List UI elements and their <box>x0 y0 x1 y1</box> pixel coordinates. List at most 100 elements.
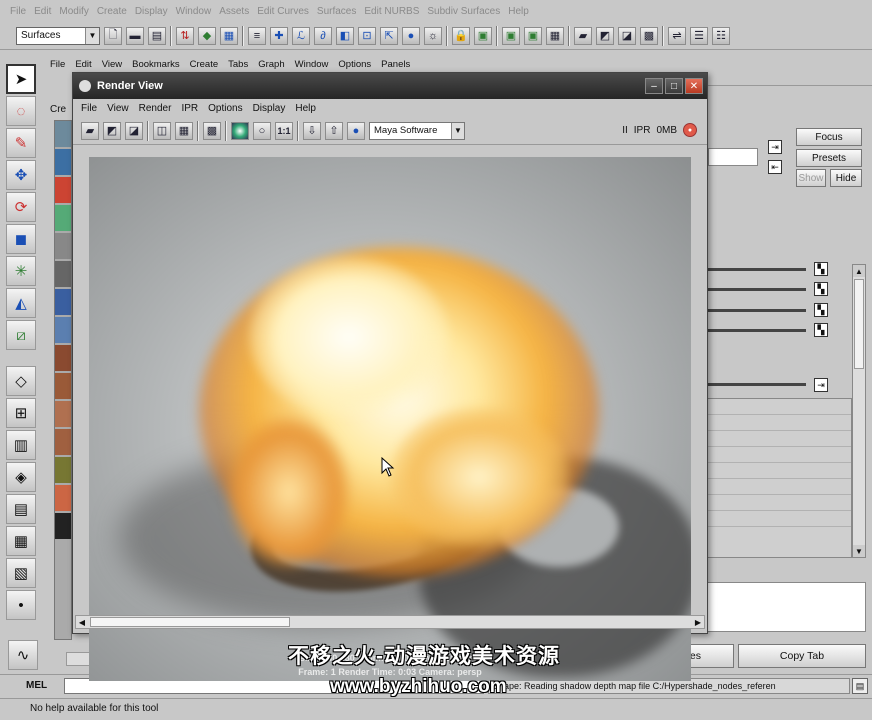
swatch-thumbnail[interactable] <box>55 149 71 175</box>
snap-view-plane-icon[interactable]: ◧ <box>336 26 354 45</box>
select-component-icon[interactable]: ▦ <box>220 26 238 45</box>
rv-menu-ipr[interactable]: IPR <box>181 103 198 114</box>
map-button-icon[interactable]: ▚ <box>814 282 828 296</box>
swatch-thumbnail[interactable] <box>55 429 71 455</box>
attribute-slider[interactable] <box>706 383 806 386</box>
menu-file[interactable]: File <box>10 6 26 17</box>
attribute-slider[interactable] <box>706 329 806 332</box>
render-view-title-bar[interactable]: Render View <box>73 73 707 99</box>
real-size-button[interactable]: 1:1 <box>275 121 293 140</box>
copy-tab-button[interactable]: Copy Tab <box>738 644 866 668</box>
layout-options-icon[interactable]: • <box>6 590 36 620</box>
menu-modify[interactable]: Modify <box>59 6 88 17</box>
render-settings-icon[interactable]: ▣ <box>524 26 542 45</box>
ipr-render-icon[interactable]: ▣ <box>502 26 520 45</box>
attribute-row[interactable] <box>707 511 851 527</box>
script-editor-icon[interactable]: ▤ <box>852 678 868 694</box>
history-icon[interactable]: ⇱ <box>380 26 398 45</box>
select-tool-icon[interactable]: ➤ <box>6 64 36 94</box>
go-to-input-icon[interactable]: ⇥ <box>814 378 828 392</box>
keep-image-icon[interactable]: ⇩ <box>303 121 321 140</box>
layout-custom-icon[interactable]: ▧ <box>6 558 36 588</box>
menu-edit-curves[interactable]: Edit Curves <box>257 6 309 17</box>
swatch-thumbnail[interactable] <box>55 345 71 371</box>
attribute-row[interactable] <box>707 495 851 511</box>
swatch-thumbnail[interactable] <box>55 121 71 147</box>
swatch-thumbnail[interactable] <box>55 401 71 427</box>
snap-curve-icon[interactable]: ℒ <box>292 26 310 45</box>
film-icon[interactable]: ◩ <box>596 26 614 45</box>
menu-display[interactable]: Display <box>135 6 168 17</box>
panel-menu-graph[interactable]: Graph <box>258 59 284 70</box>
menu-set-dropdown[interactable]: Surfaces ▼ <box>16 26 100 45</box>
swatch-thumbnail[interactable] <box>55 261 71 287</box>
layout-persp-graph-icon[interactable]: ▤ <box>6 494 36 524</box>
snap-grid-icon[interactable]: ✚ <box>270 26 288 45</box>
go-to-output-icon[interactable]: ⇤ <box>768 160 782 174</box>
go-to-input-icon[interactable]: ⇥ <box>768 140 782 154</box>
attribute-row[interactable] <box>707 479 851 495</box>
toggle-sidebar-icon[interactable]: ⇌ <box>668 26 686 45</box>
new-scene-icon[interactable]: 🗋 <box>104 26 122 45</box>
camera-icon[interactable]: ◪ <box>618 26 636 45</box>
rv-menu-display[interactable]: Display <box>253 103 286 114</box>
swatch-thumbnail[interactable] <box>55 317 71 343</box>
scroll-down-icon[interactable]: ▼ <box>853 545 865 557</box>
pause-icon[interactable]: II <box>622 125 628 136</box>
attribute-slider[interactable] <box>706 309 806 312</box>
redo-previous-render-icon[interactable]: ▰ <box>81 121 99 140</box>
ipr-render-icon[interactable]: ◫ <box>153 121 171 140</box>
soft-modification-icon[interactable]: ◭ <box>6 288 36 318</box>
layout-four-pane-icon[interactable]: ⊞ <box>6 398 36 428</box>
panel-menu-file[interactable]: File <box>50 59 65 70</box>
attribute-scrollbar[interactable]: ▲ ▼ <box>852 264 866 558</box>
render-region-icon[interactable]: ◩ <box>103 121 121 140</box>
menu-help[interactable]: Help <box>508 6 529 17</box>
attribute-row[interactable] <box>707 463 851 479</box>
layout-two-pane-icon[interactable]: ▥ <box>6 430 36 460</box>
show-button[interactable]: Show <box>796 169 826 187</box>
scroll-up-icon[interactable]: ▲ <box>853 265 865 277</box>
panel-menu-panels[interactable]: Panels <box>381 59 410 70</box>
open-scene-icon[interactable]: ▬ <box>126 26 144 45</box>
record-icon[interactable]: ● <box>683 123 697 137</box>
attribute-row[interactable] <box>707 399 851 415</box>
paint-select-tool-icon[interactable]: ✎ <box>6 128 36 158</box>
rgb-channels-icon[interactable] <box>231 121 249 140</box>
layout-hypershade-icon[interactable]: ▦ <box>6 526 36 556</box>
map-button-icon[interactable]: ▚ <box>814 262 828 276</box>
display-render-globals-icon[interactable]: ● <box>347 121 365 140</box>
menu-surfaces[interactable]: Surfaces <box>317 6 356 17</box>
layout-persp-outliner-icon[interactable]: ◈ <box>6 462 36 492</box>
rv-menu-help[interactable]: Help <box>295 103 316 114</box>
render-settings-icon[interactable]: ▩ <box>203 121 221 140</box>
remove-image-icon[interactable]: ⇧ <box>325 121 343 140</box>
attribute-slider[interactable] <box>706 268 806 271</box>
renderer-dropdown[interactable]: Maya Software ▼ <box>369 121 465 140</box>
panel-menu-edit[interactable]: Edit <box>75 59 91 70</box>
swatch-thumbnail[interactable] <box>55 485 71 511</box>
render-viewport[interactable]: size: 640 480 zoom: 1.000 (Maya Software… <box>89 157 691 681</box>
rv-menu-file[interactable]: File <box>81 103 97 114</box>
swatch-thumbnail[interactable] <box>55 233 71 259</box>
menu-create[interactable]: Create <box>97 6 127 17</box>
hypershade-icon[interactable]: ▦ <box>546 26 564 45</box>
layout-single-pane-icon[interactable]: ◇ <box>6 366 36 396</box>
input-output-icon[interactable]: ● <box>402 26 420 45</box>
render-view-hscrollbar[interactable]: ◀ ▶ <box>75 615 705 629</box>
rv-menu-render[interactable]: Render <box>139 103 172 114</box>
menu-edit[interactable]: Edit <box>34 6 51 17</box>
refresh-ipr-icon[interactable]: ▦ <box>175 121 193 140</box>
scroll-right-icon[interactable]: ▶ <box>692 616 704 628</box>
swatch-thumbnail[interactable] <box>55 373 71 399</box>
menu-window[interactable]: Window <box>176 6 212 17</box>
render-current-frame-icon[interactable]: ▣ <box>474 26 492 45</box>
presets-button[interactable]: Presets <box>796 149 862 167</box>
minimize-icon[interactable]: – <box>645 78 663 94</box>
select-hierarchy-icon[interactable]: ⇅ <box>176 26 194 45</box>
swatch-thumbnail[interactable] <box>55 177 71 203</box>
focus-button[interactable]: Focus <box>796 128 862 146</box>
menu-assets[interactable]: Assets <box>219 6 249 17</box>
attribute-row[interactable] <box>707 415 851 431</box>
lock-icon[interactable]: 🔒 <box>452 26 470 45</box>
